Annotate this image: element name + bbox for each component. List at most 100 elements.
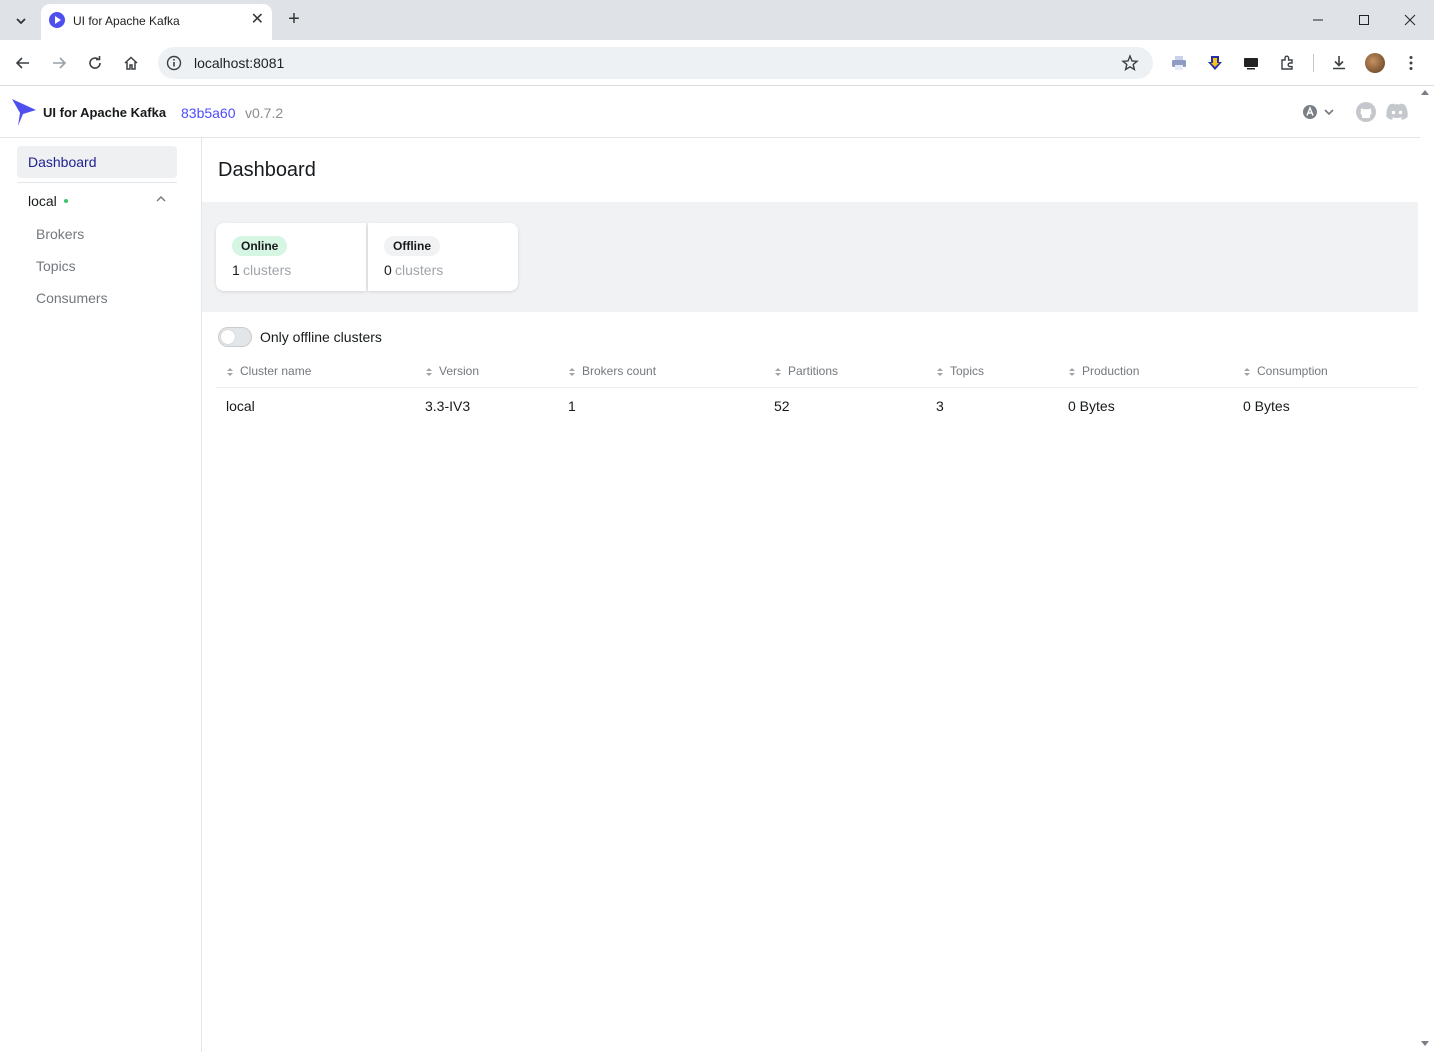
sidebar-divider bbox=[17, 182, 177, 183]
app-version: v0.7.2 bbox=[245, 105, 284, 121]
offline-clusters-card: Offline 0 clusters bbox=[368, 223, 518, 291]
printer-icon bbox=[1172, 56, 1186, 70]
cell-consumption: 0 Bytes bbox=[1243, 398, 1290, 414]
cell-version: 3.3-IV3 bbox=[425, 398, 471, 414]
home-button[interactable] bbox=[118, 50, 144, 76]
minimize-button[interactable] bbox=[1295, 0, 1341, 40]
toolbar-divider bbox=[1313, 54, 1314, 72]
only-offline-toggle[interactable] bbox=[218, 327, 252, 347]
info-icon[interactable] bbox=[166, 55, 182, 71]
commit-link[interactable]: 83b5a60 bbox=[181, 105, 236, 121]
online-clusters-card: Online 1 clusters bbox=[216, 223, 366, 291]
column-header-production[interactable]: Production bbox=[1068, 364, 1139, 378]
minimize-icon bbox=[1313, 19, 1323, 21]
home-icon bbox=[124, 56, 138, 70]
download-icon bbox=[1333, 56, 1345, 70]
sort-icon bbox=[937, 367, 943, 376]
offline-status-badge: Offline bbox=[384, 236, 440, 256]
browser-toolbar: localhost:8081 bbox=[0, 40, 1434, 86]
sidebar: Dashboard local Brokers Topics Consumers bbox=[0, 138, 202, 1052]
puzzle-icon bbox=[1281, 55, 1293, 70]
new-tab-button[interactable]: + bbox=[283, 8, 305, 30]
discord-link[interactable] bbox=[1385, 101, 1409, 123]
cluster-status-dot bbox=[64, 199, 68, 203]
scroll-up-arrow-icon[interactable] bbox=[1420, 88, 1430, 98]
sort-icon bbox=[1244, 367, 1250, 376]
browser-tab-bar: UI for Apache Kafka ✕ + bbox=[0, 0, 1434, 40]
sidebar-item-label: Dashboard bbox=[28, 154, 97, 170]
online-clusters-count: 1 bbox=[232, 262, 240, 278]
forward-button[interactable] bbox=[46, 50, 72, 76]
cell-production: 0 Bytes bbox=[1068, 398, 1115, 414]
only-offline-label: Only offline clusters bbox=[260, 329, 382, 345]
column-header-topics[interactable]: Topics bbox=[936, 364, 984, 378]
online-clusters-unit: clusters bbox=[243, 262, 292, 278]
sort-icon bbox=[775, 367, 781, 376]
arrow-left-icon bbox=[15, 57, 29, 69]
cluster-stats-panel: Online 1 clusters Offline 0 clusters bbox=[202, 202, 1418, 312]
download-arrow-icon bbox=[1208, 56, 1222, 70]
tab-title: UI for Apache Kafka bbox=[73, 14, 180, 28]
page-title: Dashboard bbox=[218, 159, 316, 181]
sort-icon bbox=[1069, 367, 1075, 376]
offline-clusters-count: 0 bbox=[384, 262, 392, 278]
reload-icon bbox=[89, 56, 101, 69]
reload-button[interactable] bbox=[82, 50, 108, 76]
downloads-icon[interactable] bbox=[1329, 53, 1349, 73]
main-content: Dashboard Online 1 clusters Offline 0 cl… bbox=[202, 138, 1418, 1052]
profile-avatar[interactable] bbox=[1365, 53, 1385, 73]
chevron-down-icon bbox=[16, 18, 26, 25]
maximize-button[interactable] bbox=[1341, 0, 1387, 40]
window-close-button[interactable] bbox=[1387, 0, 1433, 40]
sidebar-cluster-local[interactable]: local bbox=[17, 188, 177, 212]
github-icon bbox=[1356, 102, 1376, 122]
toggle-knob bbox=[221, 330, 235, 344]
sort-icon bbox=[569, 367, 575, 376]
sidebar-item-brokers[interactable]: Brokers bbox=[36, 226, 84, 242]
column-header-partitions[interactable]: Partitions bbox=[774, 364, 838, 378]
column-header-consumption[interactable]: Consumption bbox=[1243, 364, 1328, 378]
cell-cluster-name[interactable]: local bbox=[226, 398, 255, 414]
cell-brokers-count: 1 bbox=[568, 398, 576, 414]
extension-screen-icon[interactable] bbox=[1241, 53, 1261, 73]
online-status-badge: Online bbox=[232, 236, 288, 256]
browser-menu-button[interactable] bbox=[1401, 53, 1421, 73]
cell-partitions: 52 bbox=[774, 398, 790, 414]
chevron-up-icon[interactable] bbox=[155, 193, 167, 205]
screen-icon bbox=[1244, 58, 1258, 70]
column-header-brokers-count[interactable]: Brokers count bbox=[568, 364, 656, 378]
github-link[interactable] bbox=[1355, 101, 1377, 123]
cell-topics: 3 bbox=[936, 398, 944, 414]
kafka-logo-icon[interactable] bbox=[11, 97, 37, 127]
bookmark-star-icon[interactable] bbox=[1121, 54, 1139, 72]
address-bar[interactable]: localhost:8081 bbox=[158, 47, 1153, 79]
scroll-down-arrow-icon[interactable] bbox=[1420, 1038, 1430, 1048]
sidebar-item-dashboard[interactable]: Dashboard bbox=[17, 146, 177, 178]
sort-icon bbox=[426, 367, 432, 376]
more-vertical-icon bbox=[1409, 56, 1413, 70]
extensions-puzzle-icon[interactable] bbox=[1278, 53, 1298, 73]
browser-tab[interactable]: UI for Apache Kafka ✕ bbox=[41, 4, 272, 40]
sidebar-item-consumers[interactable]: Consumers bbox=[36, 290, 108, 306]
offline-clusters-unit: clusters bbox=[395, 262, 444, 278]
arrow-right-icon bbox=[53, 57, 67, 69]
extension-printer-icon[interactable] bbox=[1169, 53, 1189, 73]
column-header-cluster-name[interactable]: Cluster name bbox=[226, 364, 311, 378]
back-button[interactable] bbox=[10, 50, 36, 76]
tab-search-button[interactable] bbox=[8, 8, 34, 34]
app-name[interactable]: UI for Apache Kafka bbox=[43, 105, 166, 120]
kafka-favicon-icon bbox=[49, 12, 65, 28]
close-icon[interactable]: ✕ bbox=[251, 10, 264, 30]
column-header-version[interactable]: Version bbox=[425, 364, 479, 378]
sidebar-item-topics[interactable]: Topics bbox=[36, 258, 76, 274]
url-text[interactable]: localhost:8081 bbox=[194, 55, 284, 71]
cluster-name: local bbox=[28, 193, 57, 209]
chevron-down-icon bbox=[1324, 109, 1334, 116]
sort-icon bbox=[227, 367, 233, 376]
maximize-icon bbox=[1359, 15, 1369, 25]
user-menu-button[interactable] bbox=[1302, 101, 1336, 123]
app-header: UI for Apache Kafka 83b5a60 v0.7.2 bbox=[0, 87, 1420, 138]
close-icon bbox=[1404, 14, 1416, 26]
discord-icon bbox=[1386, 103, 1408, 120]
extension-download-arrow-icon[interactable] bbox=[1205, 53, 1225, 73]
